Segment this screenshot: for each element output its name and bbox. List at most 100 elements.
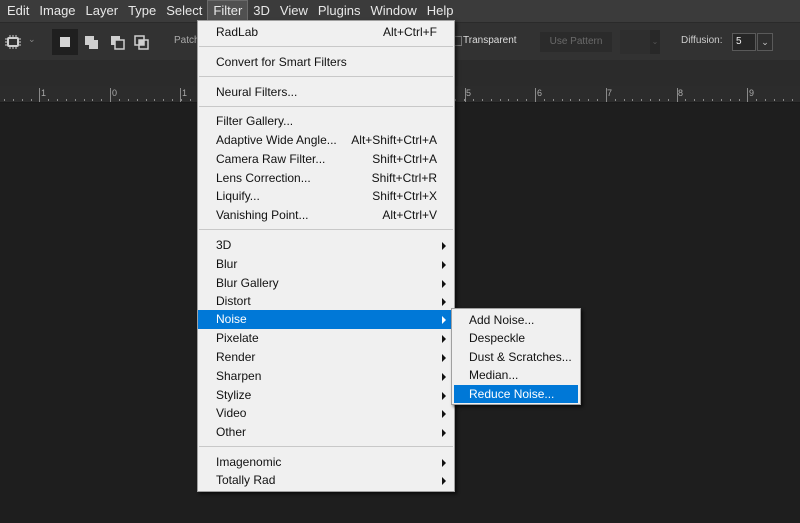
ruler-minor-tick [641,99,642,101]
ruler-minor-tick [110,99,111,101]
menu-item-label: Distort [216,294,251,308]
menu-plugins[interactable]: Plugins [313,0,366,22]
menu-item-other[interactable]: Other [198,423,454,442]
menu-item-shortcut: Alt+Ctrl+V [382,208,437,222]
menu-separator [199,229,453,230]
ruler-minor-tick [792,99,793,101]
menu-image[interactable]: Image [34,0,80,22]
ruler-minor-tick [677,99,678,101]
menu-item-adaptive-wide-angle[interactable]: Adaptive Wide Angle... Alt+Shift+Ctrl+A [198,131,454,150]
menu-item-filter-gallery[interactable]: Filter Gallery... [198,112,454,131]
menu-view[interactable]: View [275,0,313,22]
menu-item-sharpen[interactable]: Sharpen [198,367,454,386]
ruler-minor-tick [615,99,616,101]
noise-submenu: Add Noise... Despeckle Dust & Scratches.… [451,308,581,405]
menu-item-label: Other [216,425,247,439]
menu-bar: Edit Image Layer Type Select Filter 3D V… [0,0,800,22]
diffusion-input[interactable]: 5 [732,33,756,51]
menu-item-convert-smart-filters[interactable]: Convert for Smart Filters [198,53,454,72]
menu-item-label: Blur [216,257,238,271]
submenu-arrow-icon [442,298,446,306]
menu-separator [199,446,453,447]
tool-preset-dropdown-icon[interactable]: ⌄ [28,34,36,45]
menu-item-shortcut: Alt+Ctrl+F [382,25,437,39]
menu-help[interactable]: Help [422,0,459,22]
menu-item-video[interactable]: Video [198,404,454,423]
menu-filter[interactable]: Filter [207,0,249,22]
menu-edit[interactable]: Edit [2,0,34,22]
menu-item-lens-correction[interactable]: Lens Correction... Shift+Ctrl+R [198,169,454,188]
menu-item-3d[interactable]: 3D [198,236,454,255]
submenu-item-dust-scratches[interactable]: Dust & Scratches... [454,348,578,366]
submenu-arrow-icon [442,373,446,381]
submenu-item-label: Dust & Scratches... [469,350,572,364]
menu-item-radlab[interactable]: RadLab Alt+Ctrl+F [198,23,454,42]
submenu-item-despeckle[interactable]: Despeckle [454,329,578,347]
menu-select[interactable]: Select [161,0,207,22]
ruler-minor-tick [650,99,651,101]
submenu-arrow-icon [442,354,446,362]
intersect-with-selection-icon[interactable] [133,33,151,51]
menu-item-neural-filters[interactable]: Neural Filters... [198,83,454,102]
menu-layer[interactable]: Layer [81,0,124,22]
menu-item-label: Blur Gallery [216,276,279,290]
submenu-item-add-noise[interactable]: Add Noise... [454,311,578,329]
ruler-minor-tick [526,99,527,101]
ruler-minor-tick [517,99,518,101]
menu-item-label: Pixelate [216,331,259,345]
pattern-swatch[interactable] [620,30,650,54]
menu-item-label: Stylize [216,388,252,402]
menu-item-distort[interactable]: Distort [198,292,454,311]
pattern-dropdown-icon[interactable]: ⌄ [650,30,660,54]
use-pattern-button[interactable]: Use Pattern [540,32,612,52]
ruler-minor-tick [765,99,766,101]
menu-item-label: Filter Gallery... [216,114,294,128]
menu-item-liquify[interactable]: Liquify... Shift+Ctrl+X [198,187,454,206]
menu-separator [199,76,453,77]
menu-item-imagenomic[interactable]: Imagenomic [198,453,454,472]
menu-item-label: Video [216,406,247,420]
submenu-arrow-icon [442,392,446,400]
ruler-label: 0 [112,88,118,98]
submenu-arrow-icon [442,280,446,288]
subtract-from-selection-icon[interactable] [109,33,127,51]
ruler-minor-tick [579,99,580,101]
ruler-minor-tick [730,99,731,101]
menu-window[interactable]: Window [366,0,422,22]
menu-item-camera-raw-filter[interactable]: Camera Raw Filter... Shift+Ctrl+A [198,150,454,169]
ruler-minor-tick [154,99,155,101]
ruler-minor-tick [632,99,633,101]
menu-item-shortcut: Shift+Ctrl+X [372,189,437,203]
ruler-minor-tick [137,99,138,101]
submenu-arrow-icon [442,335,446,343]
menu-item-blur-gallery[interactable]: Blur Gallery [198,274,454,293]
menu-item-stylize[interactable]: Stylize [198,386,454,405]
new-selection-button[interactable] [52,29,78,55]
menu-item-totally-rad[interactable]: Totally Rad [198,471,454,490]
submenu-arrow-icon [442,410,446,418]
menu-item-shortcut: Shift+Ctrl+R [371,171,437,185]
menu-3d[interactable]: 3D [248,0,275,22]
ruler-minor-tick [694,99,695,101]
menu-item-vanishing-point[interactable]: Vanishing Point... Alt+Ctrl+V [198,206,454,225]
menu-item-render[interactable]: Render [198,348,454,367]
ruler-label: 7 [607,88,613,98]
menu-item-blur[interactable]: Blur [198,255,454,274]
menu-item-pixelate[interactable]: Pixelate [198,329,454,348]
menu-item-noise[interactable]: Noise [198,310,454,329]
ruler-minor-tick [75,99,76,101]
submenu-item-reduce-noise[interactable]: Reduce Noise... [454,385,578,403]
menu-type[interactable]: Type [123,0,161,22]
add-to-selection-icon[interactable] [83,33,101,51]
ruler-minor-tick [553,99,554,101]
ruler-minor-tick [500,99,501,101]
ruler-minor-tick [13,99,14,101]
menu-item-label: Liquify... [216,189,260,203]
menu-item-label: Sharpen [216,369,262,383]
patch-tool-icon[interactable] [4,33,22,51]
diffusion-dropdown-icon[interactable]: ⌄ [757,33,773,51]
submenu-item-median[interactable]: Median... [454,366,578,384]
diffusion-label: Diffusion: [681,35,723,46]
ruler-minor-tick [508,99,509,101]
filter-menu: RadLab Alt+Ctrl+F Convert for Smart Filt… [197,20,455,492]
